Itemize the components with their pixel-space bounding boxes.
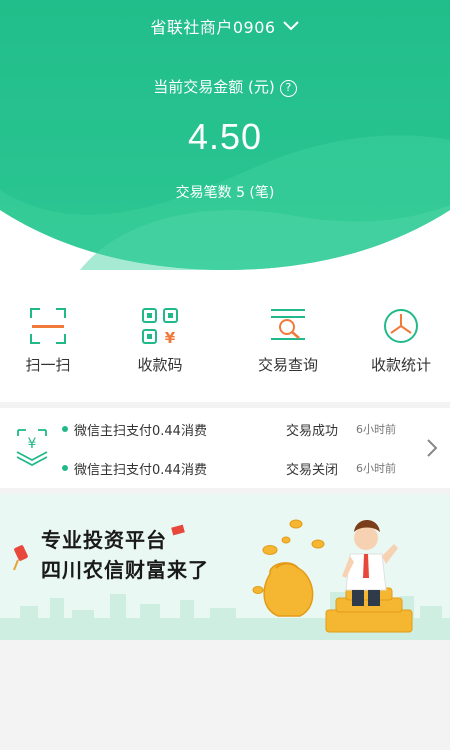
promo-banner[interactable]: 专业投资平台 四川农信财富来了 — [0, 494, 450, 640]
transaction-status: 交易成功 — [286, 424, 339, 439]
action-label: 交易查询 — [257, 356, 318, 374]
summary-header: 省联社商户0906 当前交易金额 (元)? 4.50 交易笔数 5 (笔) — [0, 0, 450, 270]
qr-code-yuan-icon: ¥ — [142, 308, 178, 346]
transaction-desc: 微信主扫支付0.44消费 — [74, 463, 207, 478]
amount-label-row: 当前交易金额 (元)? — [0, 76, 450, 97]
action-payment-stats[interactable]: 收款统计 — [345, 306, 450, 375]
recent-transactions[interactable]: ¥ 微信主扫支付0.44消费 交易成功 6小时前 微信主扫支付0.44消费 交易… — [0, 408, 450, 488]
empty-area — [0, 640, 450, 750]
list-item[interactable]: 微信主扫支付0.44消费 交易关闭 6小时前 — [60, 459, 420, 479]
bullet-dot — [62, 426, 68, 432]
list-item[interactable]: 微信主扫支付0.44消费 交易成功 6小时前 — [60, 420, 420, 440]
bullet-dot — [62, 465, 68, 471]
yuan-card-icon: ¥ — [14, 426, 50, 470]
action-label: 收款统计 — [370, 356, 431, 374]
action-transaction-query[interactable]: 交易查询 — [232, 306, 344, 375]
banner-title-line2: 四川农信财富来了 — [41, 558, 209, 582]
question-circle-icon[interactable]: ? — [279, 80, 297, 97]
merchant-name: 省联社商户0906 — [150, 18, 276, 37]
transaction-time: 6小时前 — [356, 462, 396, 475]
search-list-icon — [271, 309, 305, 340]
svg-text:¥: ¥ — [28, 436, 37, 452]
chevron-down-icon — [282, 17, 300, 36]
action-scan[interactable]: 扫一扫 — [0, 306, 104, 375]
action-label: 收款码 — [137, 356, 183, 374]
transaction-desc: 微信主扫支付0.44消费 — [74, 424, 207, 439]
amount-label: 当前交易金额 (元) — [153, 78, 275, 96]
transaction-status: 交易关闭 — [286, 463, 339, 478]
transaction-time: 6小时前 — [356, 423, 396, 436]
merchant-selector[interactable]: 省联社商户0906 — [0, 14, 450, 38]
scan-icon — [30, 308, 66, 344]
action-label: 扫一扫 — [25, 356, 71, 374]
action-payment-code[interactable]: ¥ 收款码 — [104, 306, 216, 375]
transaction-count: 交易笔数 5 (笔) — [175, 185, 275, 201]
svg-text:¥: ¥ — [165, 329, 176, 346]
pie-chart-icon — [384, 309, 418, 343]
chevron-right-icon[interactable] — [426, 438, 438, 462]
app-screen: 省联社商户0906 当前交易金额 (元)? 4.50 交易笔数 5 (笔) 扫一… — [0, 0, 450, 750]
banner-title-line1: 专业投资平台 — [41, 528, 167, 552]
transaction-amount: 4.50 — [187, 116, 263, 157]
quick-actions: 扫一扫 ¥ 收款码 交易查询 收款统计 — [0, 270, 450, 402]
